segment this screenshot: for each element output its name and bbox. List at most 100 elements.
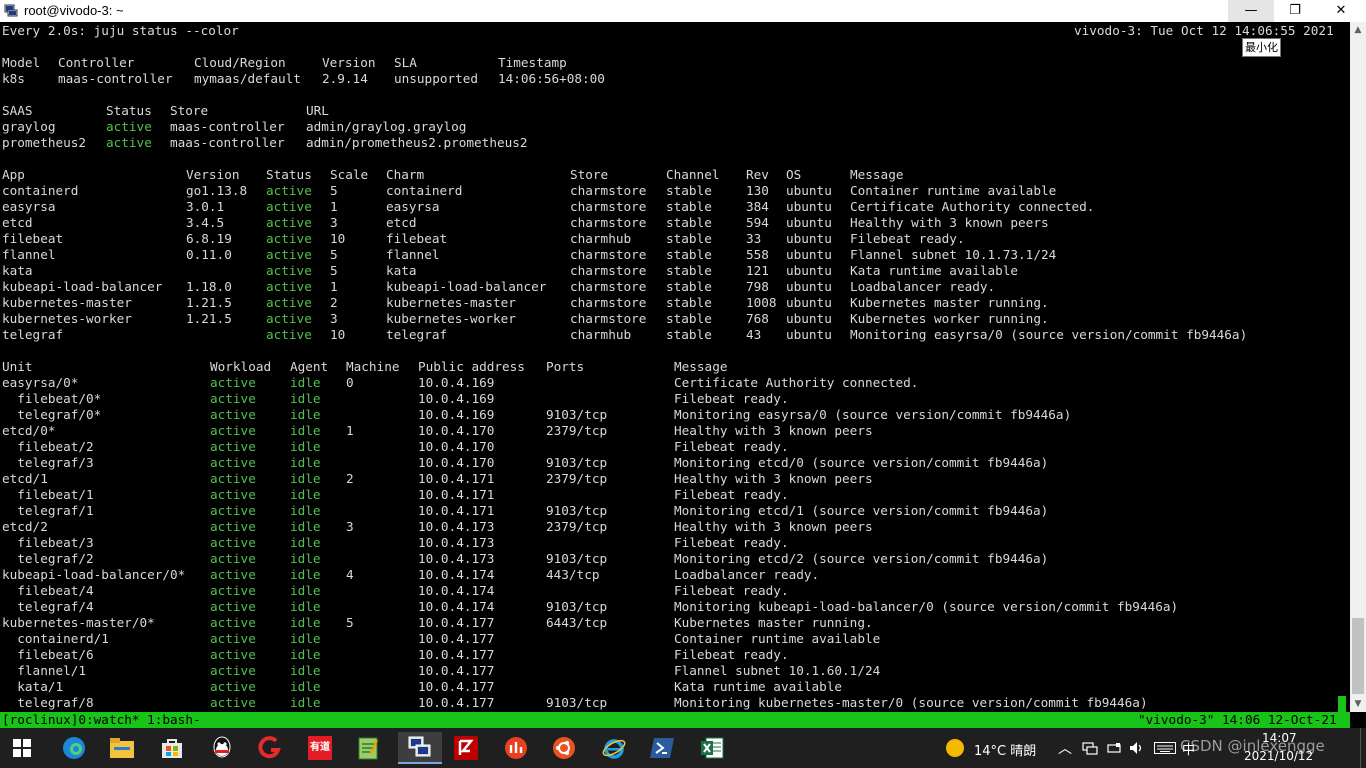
scroll-up-icon[interactable]: ▲ <box>1350 22 1366 38</box>
app-row-cell: active <box>266 327 312 342</box>
unit-row-cell: idle <box>290 391 321 406</box>
app-row-cell: 558 <box>746 247 769 262</box>
unit-row-cell: filebeat/4 <box>2 583 94 598</box>
unit-row-cell: idle <box>290 375 321 390</box>
app-header-cell: Status <box>266 167 312 182</box>
unit-row-cell: idle <box>290 551 321 566</box>
app-row-cell: ubuntu <box>786 247 832 262</box>
unit-row-cell: 10.0.4.177 <box>418 647 495 662</box>
terminal-scrollbar[interactable]: ▲ ▼ <box>1350 22 1366 712</box>
app-row-cell: 5 <box>330 263 338 278</box>
unit-row-cell: idle <box>290 423 321 438</box>
unit-row-cell: etcd/0* <box>2 423 56 438</box>
youdao-label: 有道 <box>308 736 332 760</box>
saas-row-cell: prometheus2 <box>2 135 87 150</box>
minimize-button[interactable]: — <box>1228 0 1274 22</box>
network-icon[interactable] <box>1082 741 1098 755</box>
unit-row-cell: idle <box>290 599 321 614</box>
unit-row-cell: Healthy with 3 known peers <box>674 423 873 438</box>
unit-row-cell: Healthy with 3 known peers <box>674 519 873 534</box>
app-row-cell: Kata runtime available <box>850 263 1019 278</box>
unit-row-cell: etcd/1 <box>2 471 48 486</box>
close-button[interactable]: ✕ <box>1318 0 1364 22</box>
unit-row-cell: 2379/tcp <box>546 423 608 438</box>
app-row-cell: charmhub <box>570 231 632 246</box>
app-row-cell: kubernetes-worker <box>2 311 132 326</box>
unit-row-cell: Filebeat ready. <box>674 391 789 406</box>
app-row-cell: charmhub <box>570 327 632 342</box>
app-row-cell: etcd <box>2 215 33 230</box>
tmux-status-bar: [roclinux]0:watch* 1:bash- "vivodo-3" 14… <box>0 712 1350 728</box>
model-row-cell: k8s <box>2 71 25 86</box>
app-header-cell: Message <box>850 167 904 182</box>
app-row-cell: Kubernetes worker running. <box>850 311 1049 326</box>
unit-row-cell: 9103/tcp <box>546 407 608 422</box>
terminal-output[interactable]: Every 2.0s: juju status --color vivodo-3… <box>0 22 1350 712</box>
unit-row-cell: active <box>210 503 256 518</box>
scroll-down-icon[interactable]: ▼ <box>1350 696 1366 712</box>
restore-button[interactable]: ❐ <box>1272 0 1318 22</box>
app-row-cell: charmstore <box>570 183 647 198</box>
powershell-icon[interactable] <box>644 732 680 764</box>
unit-row-cell: telegraf/2 <box>2 551 94 566</box>
keyboard-icon[interactable] <box>1154 742 1176 754</box>
filezilla-icon[interactable] <box>448 732 484 764</box>
unit-row-cell: 10.0.4.177 <box>418 663 495 678</box>
unit-row-cell: Filebeat ready. <box>674 439 789 454</box>
unit-row-cell: 10.0.4.171 <box>418 503 495 518</box>
app-row-cell: active <box>266 231 312 246</box>
app-row-cell: stable <box>666 247 712 262</box>
app-row-cell: kubernetes-master <box>2 295 132 310</box>
unit-row-cell: 0 <box>346 375 354 390</box>
unit-row-cell: active <box>210 487 256 502</box>
red-app-icon[interactable] <box>498 732 534 764</box>
app-row-cell: 798 <box>746 279 769 294</box>
volume-icon[interactable] <box>1128 740 1146 756</box>
excel-icon[interactable] <box>694 732 730 764</box>
qq-icon[interactable] <box>204 732 240 764</box>
windows-start-icon[interactable] <box>4 732 40 764</box>
app-row-cell: charmstore <box>570 295 647 310</box>
sun-weather-icon[interactable] <box>946 739 964 757</box>
app-row-cell: ubuntu <box>786 231 832 246</box>
unit-row-cell: Monitoring etcd/0 (source version/commit… <box>674 455 1049 470</box>
unit-row-cell: 9103/tcp <box>546 695 608 710</box>
ubuntu-icon[interactable] <box>546 732 582 764</box>
unit-row-cell: 4 <box>346 567 354 582</box>
store-icon[interactable] <box>154 732 190 764</box>
file-explorer-icon[interactable] <box>104 732 140 764</box>
unit-row-cell: 10.0.4.177 <box>418 695 495 710</box>
youdao-icon[interactable]: 有道 <box>302 732 338 764</box>
app-header-cell: Scale <box>330 167 369 182</box>
putty-taskbar-icon[interactable] <box>398 732 442 764</box>
netease-red-icon[interactable] <box>252 732 288 764</box>
unit-row-cell: 10.0.4.173 <box>418 535 495 550</box>
app-row-cell: Kubernetes master running. <box>850 295 1049 310</box>
weather-text[interactable]: 14°C 晴朗 <box>974 740 1036 759</box>
app-row-cell: active <box>266 247 312 262</box>
app-header: App Version Status Scale Charm Store Channel Re… <box>2 167 1346 183</box>
unit-row: telegraf/4 active idle 10.0.4.174 9103/tcp Mo… <box>2 599 1346 615</box>
model-header: Model Controller Cloud/Region Version SLA Tim… <box>2 55 1346 71</box>
app-row-cell: ubuntu <box>786 263 832 278</box>
unit-row: filebeat/0* active idle 10.0.4.169 Filebeat … <box>2 391 1346 407</box>
usb-device-icon[interactable] <box>1106 741 1122 755</box>
model-header-cell: Controller <box>58 55 135 70</box>
unit-row-cell: 10.0.4.169 <box>418 407 495 422</box>
unit-row-cell: kubernetes-master/0* <box>2 615 155 630</box>
app-row-cell: 3 <box>330 215 338 230</box>
app-row-cell: charmstore <box>570 247 647 262</box>
unit-row-cell: 10.0.4.177 <box>418 679 495 694</box>
show-desktop-button[interactable] <box>1360 728 1366 768</box>
app-row: flannel 0.11.0 active 5 flannel charmstore sta… <box>2 247 1346 263</box>
window-title-bar[interactable]: root@vivodo-3: ~ — ❐ ✕ <box>0 0 1366 23</box>
unit-row-cell: idle <box>290 471 321 486</box>
unit-row-cell: filebeat/3 <box>2 535 94 550</box>
scrollbar-thumb[interactable] <box>1352 618 1364 694</box>
chevron-up-icon[interactable]: ︿ <box>1058 738 1072 758</box>
unit-row-cell: Flannel subnet 10.1.60.1/24 <box>674 663 881 678</box>
internet-explorer-icon[interactable] <box>596 732 632 764</box>
app-row-cell: 1.21.5 <box>186 311 232 326</box>
notepad-icon[interactable] <box>350 732 386 764</box>
edge-icon[interactable] <box>56 732 92 764</box>
